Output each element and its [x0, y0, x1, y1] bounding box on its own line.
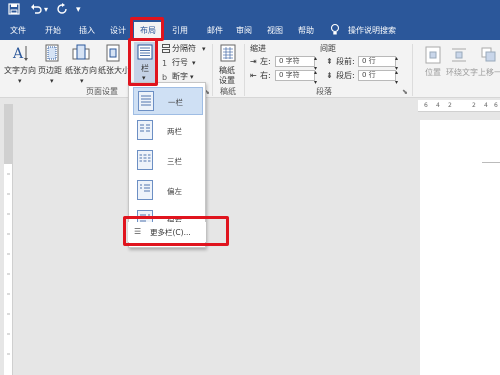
title-bar: ▾ ▾ [0, 0, 500, 20]
margins-icon[interactable] [43, 44, 61, 62]
ruler-tick: 6 [424, 102, 428, 109]
hyphenation-button[interactable]: 断字 [172, 72, 188, 82]
vertical-ruler [4, 104, 13, 375]
wrap-text-icon[interactable] [450, 46, 468, 64]
chevron-down-icon[interactable]: ▾ [80, 76, 84, 86]
breaks-button[interactable]: 分隔符 [172, 44, 196, 54]
spinner-icon[interactable]: ▴ ▾ [314, 68, 317, 88]
page-setup-group-label: 页面设置 [86, 87, 118, 96]
ruler-tick: 4 [484, 102, 488, 109]
svg-text:1: 1 [162, 59, 167, 67]
tab-help[interactable]: 帮助 [298, 25, 314, 37]
undo-dropdown-icon[interactable]: ▾ [44, 3, 48, 17]
orientation-label[interactable]: 纸张方向 [65, 66, 97, 76]
option-label: 三栏 [167, 157, 182, 166]
chevron-down-icon[interactable]: ▾ [190, 72, 194, 82]
columns-option-two[interactable]: 两栏 [133, 117, 203, 145]
group-separator [212, 44, 213, 96]
spacing-after-icon: ⇟ [326, 71, 333, 80]
margin-marker [482, 162, 500, 163]
spacing-after-label: 段后: [336, 71, 355, 80]
bring-forward-label[interactable]: 上移一 [478, 68, 500, 78]
document-page[interactable] [420, 120, 500, 375]
spacing-before-label: 段前: [336, 57, 355, 66]
tell-me-search[interactable]: 操作说明搜索 [348, 25, 396, 37]
redo-icon[interactable] [56, 3, 68, 19]
ruler-tick: 4 [436, 102, 440, 109]
customize-quick-access-icon[interactable]: ▾ [76, 3, 81, 17]
orientation-icon[interactable] [72, 44, 90, 62]
indent-right-label: 右: [260, 71, 271, 80]
indent-left-label: 左: [260, 57, 271, 66]
horizontal-ruler: 6 4 2 2 4 6 [418, 100, 500, 112]
lightbulb-icon[interactable] [330, 23, 340, 40]
one-column-icon [138, 91, 154, 111]
breaks-icon[interactable] [162, 44, 170, 56]
chevron-down-icon[interactable]: ▾ [202, 44, 206, 54]
tab-insert[interactable]: 插入 [79, 25, 95, 37]
line-numbers-icon[interactable]: 1 [162, 58, 170, 70]
margins-label[interactable]: 页边距 [38, 66, 62, 76]
tab-view[interactable]: 视图 [267, 25, 283, 37]
columns-option-left[interactable]: 偏左 [133, 177, 203, 205]
spacing-before-icon: ⇞ [326, 57, 333, 66]
highlight-columns-button [128, 38, 158, 86]
tab-design[interactable]: 设计 [110, 25, 126, 37]
three-columns-icon [137, 150, 153, 170]
option-label: 两栏 [167, 127, 182, 136]
indent-label: 缩进 [250, 44, 266, 53]
undo-icon[interactable] [30, 3, 42, 19]
columns-option-three[interactable]: 三栏 [133, 147, 203, 175]
group-separator [412, 44, 413, 96]
ruler-tick: 2 [472, 102, 476, 109]
line-numbers-button[interactable]: 行号 [172, 58, 188, 68]
highlight-more-columns [123, 216, 229, 246]
bring-forward-icon[interactable] [480, 46, 498, 64]
paper-size-label[interactable]: 纸张大小 [98, 66, 130, 76]
text-direction-label[interactable]: 文字方向 [4, 66, 36, 76]
paragraph-group-label: 段落 [316, 87, 332, 96]
two-columns-icon [137, 120, 153, 140]
columns-option-one[interactable]: 一栏 [133, 87, 203, 115]
spinner-icon[interactable]: ▴ ▾ [395, 68, 398, 88]
save-icon[interactable] [8, 3, 20, 19]
ruler-tick: 6 [494, 102, 498, 109]
spacing-label: 间距 [320, 44, 336, 53]
left-column-icon [137, 180, 153, 200]
group-separator [244, 44, 245, 96]
option-label: 一栏 [168, 98, 183, 107]
draft-settings-label[interactable]: 稿纸 [219, 66, 235, 76]
option-label: 偏左 [167, 187, 182, 196]
tab-review[interactable]: 审阅 [236, 25, 252, 37]
indent-right-icon: ⇤ [250, 71, 257, 80]
indent-left-input[interactable]: 0 字符 [275, 56, 315, 67]
dialog-launcher-icon[interactable]: ⬊ [402, 87, 408, 97]
svg-text:A: A [12, 46, 24, 62]
tab-home[interactable]: 开始 [45, 25, 61, 37]
tab-file[interactable]: 文件 [10, 25, 26, 37]
ruler-tick: 2 [448, 102, 452, 109]
svg-text:b: b [162, 73, 167, 81]
spacing-before-input[interactable]: 0 行 [358, 56, 396, 67]
draft-paper-icon[interactable] [219, 44, 237, 62]
indent-left-icon: ⇥ [250, 57, 257, 66]
spacing-after-input[interactable]: 0 行 [358, 70, 396, 81]
chevron-down-icon[interactable]: ▾ [18, 76, 22, 86]
draft-group-label: 稿纸 [220, 87, 236, 96]
position-icon[interactable] [424, 46, 442, 64]
ribbon-layout: A 文字方向 ▾ 页边距 ▾ 纸张方向 ▾ 纸张大小 栏 ▾ 分隔符 ▾ 1 行… [0, 40, 500, 98]
position-label[interactable]: 位置 [425, 68, 441, 78]
tab-mailings[interactable]: 邮件 [207, 25, 223, 37]
chevron-down-icon[interactable]: ▾ [192, 58, 196, 68]
ribbon-tabs: 文件 开始 插入 设计 布局 引用 邮件 审阅 视图 帮助 操作说明搜索 [0, 20, 500, 40]
paper-size-icon[interactable] [104, 44, 122, 62]
indent-right-input[interactable]: 0 字符 [275, 70, 315, 81]
draft-settings-label-2[interactable]: 设置 [219, 76, 235, 86]
tab-references[interactable]: 引用 [172, 25, 188, 37]
wrap-text-label[interactable]: 环绕文字 [446, 68, 478, 78]
text-direction-icon[interactable]: A [12, 44, 30, 62]
chevron-down-icon[interactable]: ▾ [50, 76, 54, 86]
